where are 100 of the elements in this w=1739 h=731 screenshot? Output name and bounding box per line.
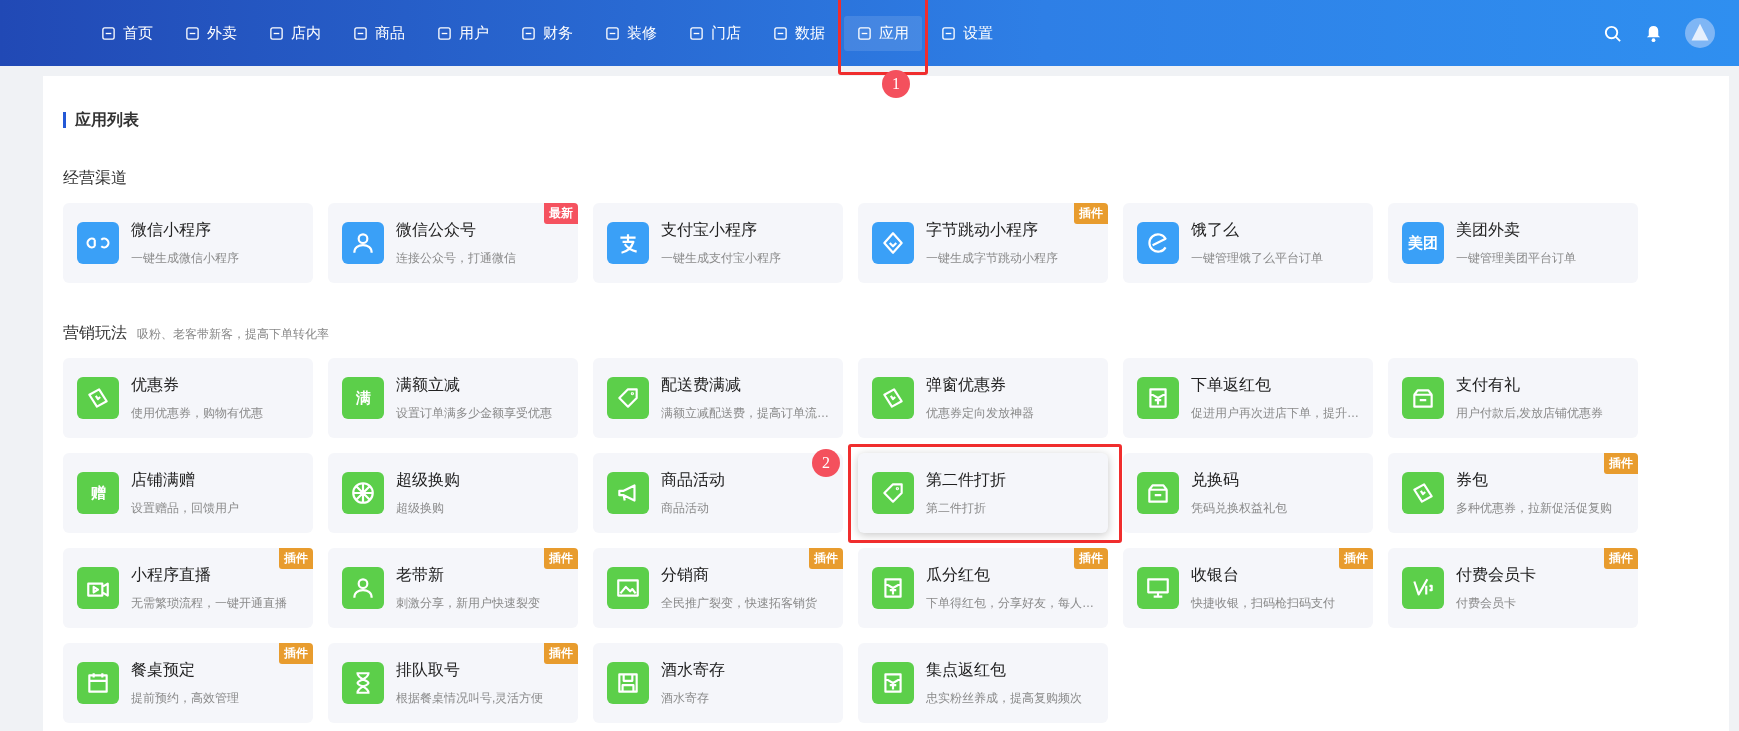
app-card[interactable]: 集点返红包 忠实粉丝养成，提高复购频次 [858,643,1108,723]
app-card[interactable]: 插件 瓜分红包 下单得红包，分享好友，每人… [858,548,1108,628]
tag-label: 插件 [809,548,843,569]
app-card[interactable]: 配送费满减 满额立减配送费，提高订单流… [593,358,843,438]
tag-label: 插件 [279,643,313,664]
app-description: 刺激分享，新用户快速裂变 [396,594,540,612]
app-description: 一键管理美团平台订单 [1456,249,1576,267]
app-title: 酒水寄存 [661,659,725,680]
app-card[interactable]: 插件 券包 多种优惠券，拉新促活促复购 [1388,453,1638,533]
nav-icon [857,25,872,41]
nav-icon [773,25,788,41]
app-card[interactable]: 饿了么 一键管理饿了么平台订单 [1123,203,1373,283]
app-title: 第二件打折 [926,469,1006,490]
app-card[interactable]: 下单返红包 促进用户再次进店下单，提升… [1123,358,1373,438]
app-card[interactable]: 酒水寄存 酒水寄存 [593,643,843,723]
app-title: 商品活动 [661,469,725,490]
nav-icon [941,25,956,41]
app-description: 设置赠品，回馈用户 [131,499,239,517]
tag-label: 插件 [1339,548,1373,569]
nav-item[interactable]: 商品 [340,15,418,51]
app-title: 付费会员卡 [1456,564,1536,585]
step-number: 2 [812,449,840,477]
app-card[interactable]: 支付宝小程序 一键生成支付宝小程序 [593,203,843,283]
nav-icon [101,25,116,41]
app-title: 美团外卖 [1456,219,1521,240]
app-description: 商品活动 [661,499,710,517]
app-title: 排队取号 [396,659,461,680]
app-description: 第二件打折 [926,499,987,517]
app-card[interactable]: 插件 餐桌预定 提前预约，高效管理 [63,643,313,723]
app-description: 一键生成支付宝小程序 [661,249,781,267]
page-title: 应用列表 [63,112,1709,128]
search-icon[interactable] [1603,23,1622,43]
app-title: 小程序直播 [131,564,212,585]
nav-item[interactable]: 外卖 [172,15,250,51]
app-icon: 美团 [1402,222,1444,264]
nav-item[interactable]: 设置 [928,15,1006,51]
app-card[interactable]: 满 满额立减 设置订单满多少金额享受优惠 [328,358,578,438]
app-card[interactable]: 插件 排队取号 根据餐桌情况叫号,灵活方便 [328,643,578,723]
nav-icon [605,25,620,41]
nav-item[interactable]: 用户 [424,15,502,51]
nav-item[interactable]: 财务 [508,15,586,51]
app-title: 店铺满赠 [131,469,196,490]
nav-icon [689,25,704,41]
nav-item[interactable]: 装修 [592,15,670,51]
tag-label: 插件 [544,643,578,664]
app-title: 饿了么 [1191,219,1240,240]
app-title: 兑换码 [1191,469,1240,490]
nav-item[interactable]: 数据 [760,15,838,51]
app-title: 满额立减 [396,374,461,395]
nav-item[interactable]: 店内 [256,15,334,51]
app-description: 下单得红包，分享好友，每人… [926,594,1094,612]
nav-icon [521,25,536,41]
app-description: 优惠券定向发放神器 [926,404,1034,422]
app-description: 酒水寄存 [661,689,710,707]
app-title: 微信公众号 [396,219,477,240]
nav-item[interactable]: 门店 [676,15,754,51]
tag-label: 最新 [544,203,578,224]
app-icon: 赠 [77,472,119,514]
app-card[interactable]: 支付有礼 用户付款后,发放店铺优惠券 [1388,358,1638,438]
app-card[interactable]: 插件 付费会员卡 付费会员卡 [1388,548,1638,628]
nav-item[interactable]: 首页 [88,15,166,51]
app-title: 老带新 [396,564,445,585]
app-card[interactable]: 插件 老带新 刺激分享，新用户快速裂变 [328,548,578,628]
app-description: 忠实粉丝养成，提高复购频次 [926,689,1082,707]
app-card[interactable]: 优惠券 使用优惠券，购物有优惠 [63,358,313,438]
app-card[interactable]: 超级换购 超级换购 [328,453,578,533]
tag-label: 插件 [1074,548,1108,569]
app-card[interactable]: 插件 字节跳动小程序 一键生成字节跳动小程序 [858,203,1108,283]
app-title: 超级换购 [396,469,460,490]
app-title: 餐桌预定 [131,659,196,680]
app-title: 支付宝小程序 [661,219,758,240]
app-description: 一键生成字节跳动小程序 [926,249,1058,267]
app-card[interactable]: 第二件打折 第二件打折 [858,453,1108,533]
avatar-icon[interactable] [1685,18,1715,48]
section-subtitle: 吸粉、老客带新客，提高下单转化率 [137,326,329,343]
app-card[interactable]: 微信小程序 一键生成微信小程序 [63,203,313,283]
nav-icon [437,25,452,41]
app-description: 促进用户再次进店下单，提升… [1191,404,1359,422]
app-card[interactable]: 美团 美团外卖 一键管理美团平台订单 [1388,203,1638,283]
nav-icon [269,25,284,41]
app-card[interactable]: 最新 微信公众号 连接公众号，打通微信 [328,203,578,283]
nav-item[interactable]: 应用 [844,15,922,51]
app-card[interactable]: 弹窗优惠券 优惠券定向发放神器 [858,358,1108,438]
app-description: 超级换购 [396,499,445,517]
app-description: 无需繁琐流程，一键开通直播 [131,594,287,612]
app-title: 微信小程序 [131,219,212,240]
app-card[interactable]: 插件 小程序直播 无需繁琐流程，一键开通直播 [63,548,313,628]
tag-label: 插件 [1604,548,1638,569]
step-number: 1 [882,69,910,98]
app-card[interactable]: 插件 分销商 全民推广裂变，快速拓客销货 [593,548,843,628]
app-title: 配送费满减 [661,374,742,395]
app-icon: 满 [342,377,384,419]
app-card[interactable]: 赠 店铺满赠 设置赠品，回馈用户 [63,453,313,533]
app-title: 收银台 [1191,564,1240,585]
app-card[interactable]: 兑换码 凭码兑换权益礼包 [1123,453,1373,533]
app-title: 优惠券 [131,374,180,395]
app-description: 使用优惠券，购物有优惠 [131,404,263,422]
app-card[interactable]: 插件 收银台 快捷收银，扫码枪扫码支付 [1123,548,1373,628]
app-title: 瓜分红包 [926,564,991,585]
tag-label: 插件 [279,548,313,569]
